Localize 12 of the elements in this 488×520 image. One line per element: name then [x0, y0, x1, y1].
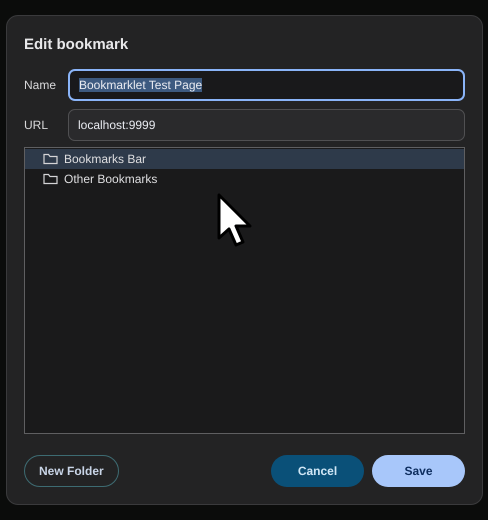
folder-item[interactable]: Other Bookmarks [25, 169, 464, 189]
dialog-title: Edit bookmark [24, 36, 130, 53]
cancel-button[interactable]: Cancel [271, 455, 364, 487]
field-label: URL [24, 118, 50, 132]
field-label: Name [24, 78, 58, 92]
folder-item[interactable]: Bookmarks Bar [25, 149, 464, 169]
folder-icon [43, 153, 58, 165]
new-folder-button[interactable]: New Folder [24, 455, 119, 487]
folder-icon [43, 173, 58, 185]
input-field[interactable]: localhost:9999 [68, 109, 465, 141]
save-button[interactable]: Save [372, 455, 465, 487]
input-field[interactable]: Bookmarklet Test Page [68, 69, 465, 101]
